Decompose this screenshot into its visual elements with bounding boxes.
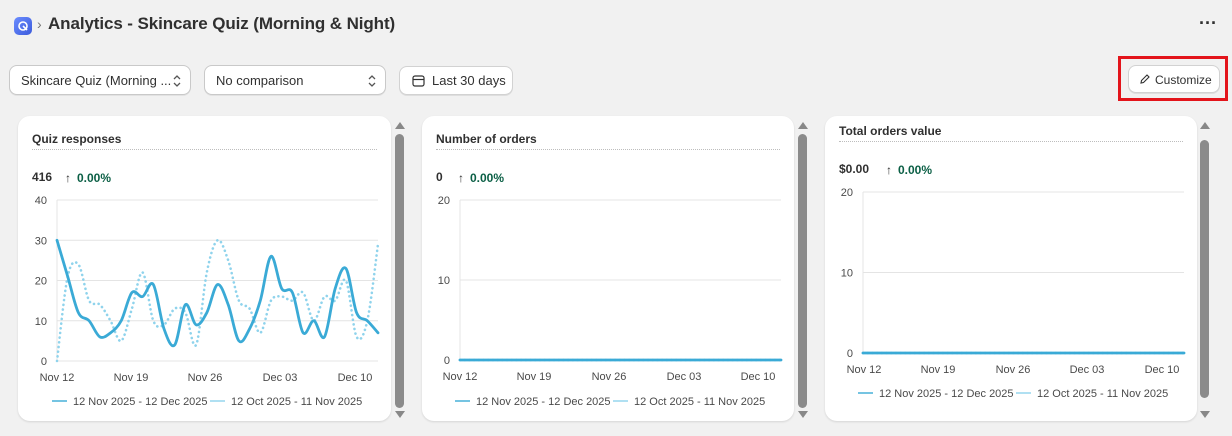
x-tick-label: Dec 03: [1070, 364, 1105, 376]
chart-1: 0 10 20 30 40 Nov 12 Nov 19 Nov 26 Dec 03 Dec 10 1…: [35, 195, 380, 408]
x-tick-label: Dec 10: [338, 372, 373, 384]
y-tick-label: 40: [35, 195, 47, 207]
primary-series-line: [55, 238, 380, 348]
x-tick-label: Dec 03: [263, 372, 298, 384]
legend-label: 12 Nov 2025 - 12 Dec 2025: [879, 388, 1014, 400]
y-tick-label: 20: [438, 195, 450, 207]
y-tick-label: 20: [841, 187, 853, 199]
chart-2: 0 10 20 Nov 12 Nov 19 Nov 26 Dec 03 Dec 10 12 No…: [438, 195, 783, 408]
charts-layer: 0 10 20 30 40 Nov 12 Nov 19 Nov 26 Dec 03 Dec 10 1…: [35, 187, 1186, 408]
y-tick-label: 20: [35, 276, 47, 288]
x-tick-label: Dec 10: [741, 371, 776, 383]
y-tick-label: 30: [35, 235, 47, 247]
legend-label: 12 Nov 2025 - 12 Dec 2025: [73, 396, 208, 408]
x-tick-label: Nov 26: [188, 372, 223, 384]
x-tick-label: Nov 26: [592, 371, 627, 383]
y-tick-label: 10: [35, 316, 47, 328]
x-tick-label: Dec 10: [1145, 364, 1180, 376]
legend-label: 12 Nov 2025 - 12 Dec 2025: [476, 396, 611, 408]
legend-label: 12 Oct 2025 - 11 Nov 2025: [1037, 388, 1168, 400]
x-tick-label: Nov 12: [847, 364, 882, 376]
comparison-series-line: [55, 238, 380, 363]
x-tick-label: Dec 03: [667, 371, 702, 383]
x-tick-label: Nov 12: [443, 371, 478, 383]
x-tick-label: Nov 19: [921, 364, 956, 376]
y-tick-label: 0: [41, 356, 47, 368]
x-tick-label: Nov 26: [996, 364, 1031, 376]
y-tick-label: 0: [444, 355, 450, 367]
x-tick-label: Nov 19: [517, 371, 552, 383]
x-tick-label: Nov 19: [114, 372, 149, 384]
y-tick-label: 0: [847, 348, 853, 360]
legend-label: 12 Oct 2025 - 11 Nov 2025: [231, 396, 362, 408]
x-tick-label: Nov 12: [40, 372, 75, 384]
chart-3: 0 10 20 Nov 12 Nov 19 Nov 26 Dec 03 Dec 10 12 No…: [841, 187, 1186, 400]
legend-label: 12 Oct 2025 - 11 Nov 2025: [634, 396, 765, 408]
y-tick-label: 10: [841, 268, 853, 280]
y-tick-label: 10: [438, 275, 450, 287]
